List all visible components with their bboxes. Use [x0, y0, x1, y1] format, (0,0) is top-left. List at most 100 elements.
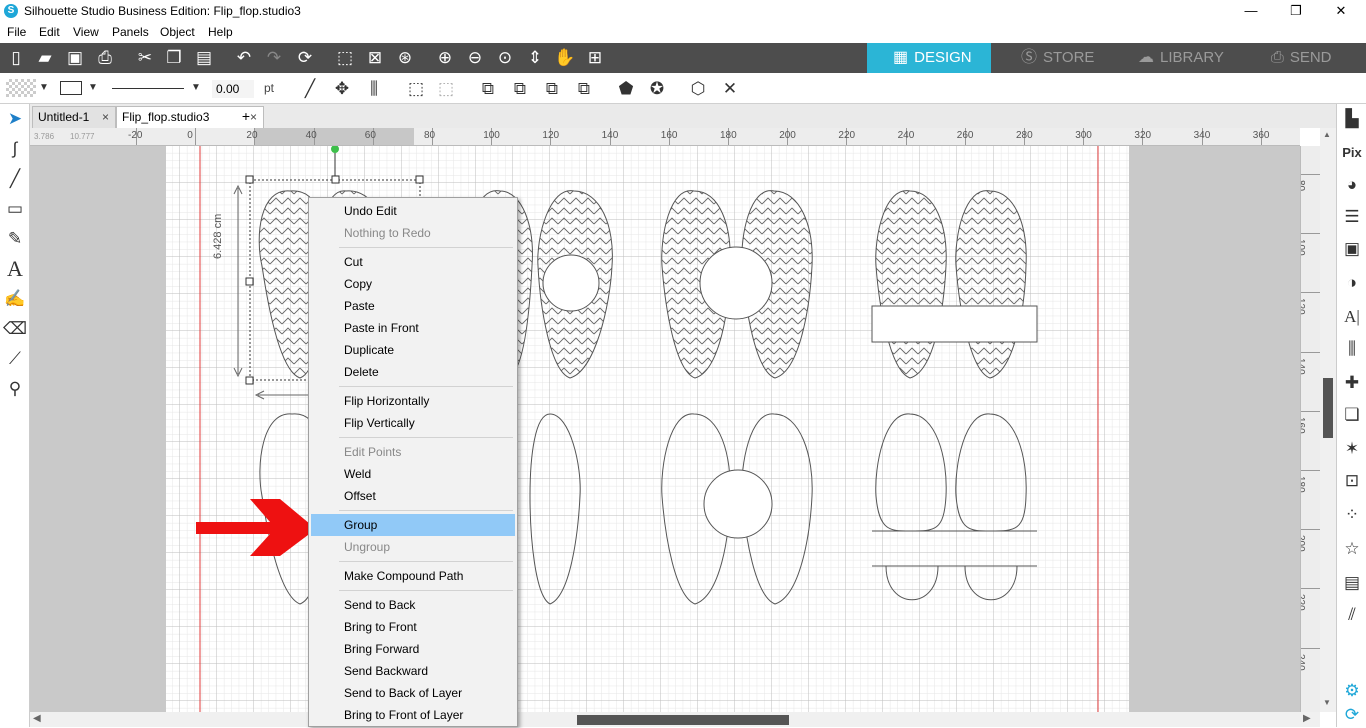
menu-item-send-backward[interactable]: Send Backward — [311, 660, 515, 682]
menu-item-bring-to-front[interactable]: Bring to Front — [311, 616, 515, 638]
sketch-panel-icon[interactable]: ⫽ — [1340, 602, 1364, 628]
menu-item-group[interactable]: Group — [311, 514, 515, 536]
save-icon[interactable]: ▣ — [63, 46, 87, 70]
menu-item-duplicate[interactable]: Duplicate — [311, 339, 515, 361]
menu-item-bring-to-front-of-layer[interactable]: Bring to Front of Layer — [311, 704, 515, 726]
paste-icon[interactable]: ▤ — [192, 46, 216, 70]
menu-panels[interactable]: Panels — [112, 25, 149, 39]
horizontal-scrollbar[interactable]: ◀ ▶ — [30, 712, 1320, 727]
menu-edit[interactable]: Edit — [39, 25, 60, 39]
send-backward-icon[interactable]: ⧉ — [508, 77, 532, 101]
fill-color-swatch[interactable] — [6, 79, 36, 97]
send-to-back-icon[interactable]: ⧉ — [572, 77, 596, 101]
pan-hand-icon[interactable]: ✋ — [553, 46, 577, 70]
line-style-preview[interactable] — [112, 88, 184, 89]
tab-design[interactable]: ▦ DESIGN — [867, 43, 991, 73]
scroll-down-arrow-icon[interactable]: ▼ — [1323, 698, 1331, 707]
scroll-right-arrow-icon[interactable]: ▶ — [1303, 713, 1311, 724]
rectangle-icon[interactable]: ▭ — [3, 196, 27, 222]
new-icon[interactable]: ▯ — [4, 46, 28, 70]
close-tab-icon[interactable]: × — [102, 107, 109, 127]
star-shape-icon[interactable]: ✪ — [645, 77, 669, 101]
weld-icon[interactable]: ⬟ — [614, 77, 638, 101]
line-style-icon[interactable]: ☰ — [1340, 204, 1364, 230]
zoom-out-icon[interactable]: ⊖ — [463, 46, 487, 70]
pencil-icon[interactable]: ✎ — [3, 226, 27, 252]
library-star-icon[interactable]: ☆ — [1340, 536, 1364, 562]
line-draw-icon[interactable]: ╱ — [3, 166, 27, 192]
fill-dropdown-arrow-icon[interactable]: ▼ — [39, 82, 49, 93]
line-style-dropdown-arrow-icon[interactable]: ▼ — [191, 82, 201, 93]
menu-item-edit-points[interactable]: Edit Points — [311, 441, 515, 463]
tab-store[interactable]: Ⓢ STORE — [1021, 43, 1094, 73]
minimize-button[interactable]: — — [1228, 0, 1274, 22]
eraser-icon[interactable]: ⌫ — [3, 316, 27, 342]
redraw-icon[interactable]: ⟳ — [293, 46, 317, 70]
text-style-icon[interactable]: A| — [1340, 304, 1364, 330]
undo-icon[interactable]: ↶ — [232, 46, 256, 70]
tab-library[interactable]: ☁ LIBRARY — [1138, 43, 1224, 73]
menu-item-ungroup[interactable]: Ungroup — [311, 536, 515, 558]
bring-to-front-icon[interactable]: ⧉ — [540, 77, 564, 101]
line-width-input[interactable]: 0.00 — [212, 80, 254, 98]
menu-item-offset[interactable]: Offset — [311, 485, 515, 507]
menu-item-send-to-back-of-layer[interactable]: Send to Back of Layer — [311, 682, 515, 704]
menu-file[interactable]: File — [7, 25, 26, 39]
sketch-icon[interactable]: ✍ — [3, 286, 27, 312]
menu-item-cut[interactable]: Cut — [311, 251, 515, 273]
bring-forward-icon[interactable]: ⧉ — [476, 77, 500, 101]
menu-item-flip-horizontally[interactable]: Flip Horizontally — [311, 390, 515, 412]
fill-pattern-icon[interactable]: ▣ — [1340, 236, 1364, 262]
fill-palette-icon[interactable]: ◕ — [1340, 172, 1364, 198]
move-icon[interactable]: ✥ — [330, 77, 354, 101]
vertical-scrollbar[interactable]: ▲ ▼ — [1320, 128, 1336, 712]
transform-icon[interactable]: ✚ — [1340, 370, 1364, 396]
align-icon[interactable]: ⫼ — [362, 77, 386, 101]
menu-item-weld[interactable]: Weld — [311, 463, 515, 485]
redo-icon[interactable]: ↷ — [262, 46, 286, 70]
close-window-button[interactable]: ✕ — [1318, 0, 1364, 22]
select-arrow-icon[interactable]: ➤ — [3, 106, 27, 132]
fit-to-page-icon[interactable]: ⇕ — [523, 46, 547, 70]
line-color-swatch[interactable] — [60, 81, 82, 95]
menu-item-flip-vertically[interactable]: Flip Vertically — [311, 412, 515, 434]
3d-box-icon[interactable]: ⬡ — [686, 77, 710, 101]
sync-icon[interactable]: ⟳ — [1340, 702, 1364, 728]
settings-gear-icon[interactable]: ⚙ — [1340, 678, 1364, 704]
open-icon[interactable]: ▰ — [33, 46, 57, 70]
line-color-dropdown-arrow-icon[interactable]: ▼ — [88, 82, 98, 93]
replicate-icon[interactable]: ❏ — [1340, 402, 1364, 428]
menu-item-send-to-back[interactable]: Send to Back — [311, 594, 515, 616]
menu-item-bring-forward[interactable]: Bring Forward — [311, 638, 515, 660]
deselect-icon[interactable]: ⊠ — [363, 46, 387, 70]
menu-item-undo-edit[interactable]: Undo Edit — [311, 200, 515, 222]
cut-icon[interactable]: ✂ — [133, 46, 157, 70]
page-setup-icon[interactable]: ▙ — [1340, 106, 1364, 132]
point-edit-icon[interactable]: ∫ — [3, 136, 27, 162]
restore-button[interactable]: ❐ — [1273, 0, 1319, 22]
modify-icon[interactable]: ✶ — [1340, 436, 1364, 462]
menu-item-nothing-to-redo[interactable]: Nothing to Redo — [311, 222, 515, 244]
menu-item-copy[interactable]: Copy — [311, 273, 515, 295]
close-x-icon[interactable]: ✕ — [718, 77, 742, 101]
pixscan-icon[interactable]: Pix — [1340, 140, 1364, 166]
offset-panel-icon[interactable]: ⊡ — [1340, 468, 1364, 494]
menu-item-paste[interactable]: Paste — [311, 295, 515, 317]
tab-untitled-1[interactable]: Untitled-1 × — [32, 106, 116, 128]
menu-object[interactable]: Object — [160, 25, 195, 39]
zoom-select-icon[interactable]: ⊙ — [493, 46, 517, 70]
design-canvas[interactable]: 6.428 cm — [30, 146, 1300, 712]
ungroup-icon[interactable]: ⬚ — [434, 77, 458, 101]
menu-help[interactable]: Help — [208, 25, 233, 39]
eyedropper-icon[interactable]: ⚲ — [3, 376, 27, 402]
new-tab-button[interactable]: + — [236, 106, 256, 128]
trace-icon[interactable]: ⁘ — [1340, 502, 1364, 528]
menu-item-make-compound-path[interactable]: Make Compound Path — [311, 565, 515, 587]
select-all-icon[interactable]: ⬚ — [333, 46, 357, 70]
contrast-icon[interactable]: ◑ — [1340, 270, 1364, 296]
align-panel-icon[interactable]: ⫼ — [1340, 336, 1364, 362]
scroll-left-arrow-icon[interactable]: ◀ — [33, 713, 41, 724]
text-icon[interactable]: A — [3, 256, 27, 282]
vertical-scroll-thumb[interactable] — [1323, 378, 1333, 438]
select-by-color-icon[interactable]: ⊛ — [393, 46, 417, 70]
